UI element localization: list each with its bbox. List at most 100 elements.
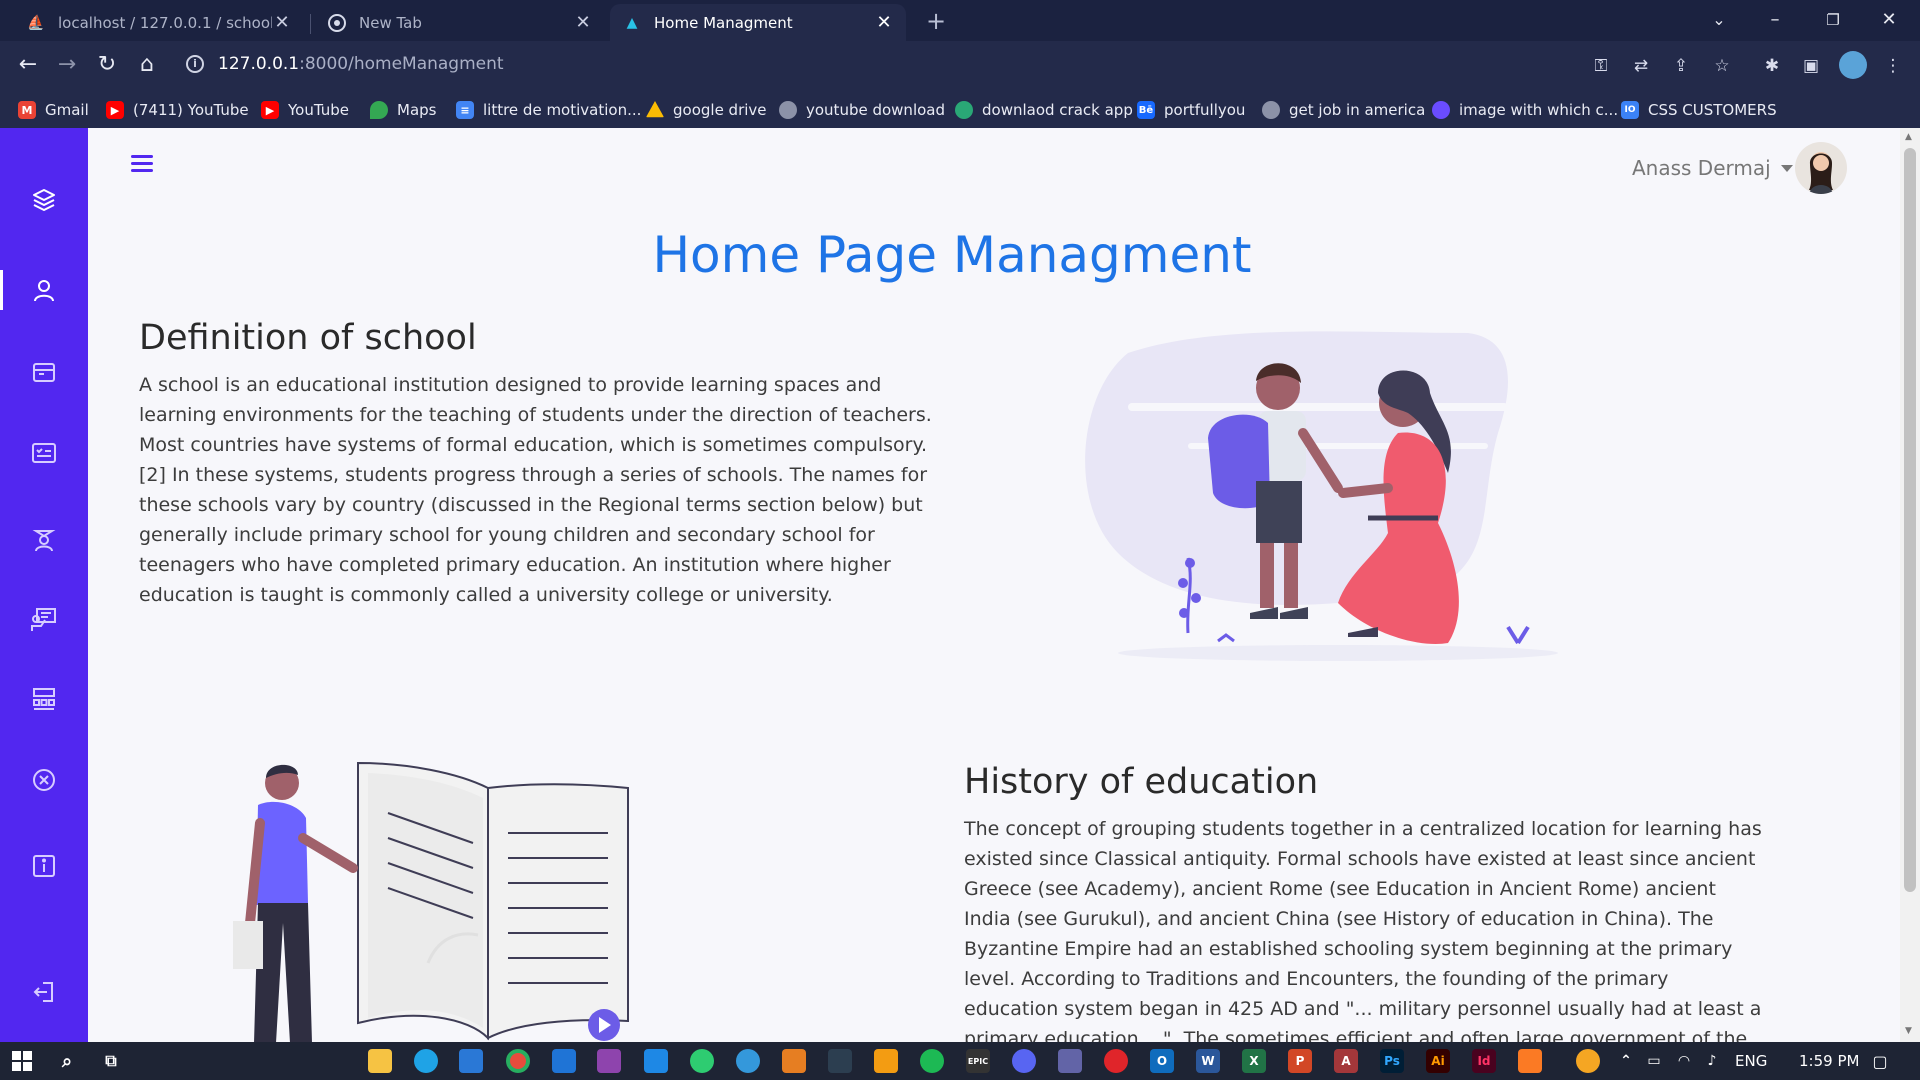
task-view-icon[interactable]: ⧉ bbox=[99, 1049, 123, 1073]
weather-icon[interactable] bbox=[1576, 1049, 1600, 1073]
bookmark-get-job[interactable]: get job in america bbox=[1262, 99, 1425, 121]
access-icon[interactable]: A bbox=[1334, 1049, 1358, 1073]
section-title-definition: Definition of school bbox=[139, 318, 477, 358]
bookmark-star-icon[interactable]: ☆ bbox=[1710, 55, 1734, 77]
globe-icon bbox=[779, 101, 797, 119]
side-panel-icon[interactable]: ▣ bbox=[1799, 55, 1823, 77]
menu-icon[interactable]: ⋮ bbox=[1881, 55, 1905, 77]
tab-home-managment[interactable]: ▲ Home Managment ✕ bbox=[610, 4, 906, 41]
discord-icon[interactable] bbox=[1012, 1049, 1036, 1073]
bookmark-maps[interactable]: Maps bbox=[370, 99, 436, 121]
mail-icon[interactable] bbox=[552, 1049, 576, 1073]
sidebar-item-teacher[interactable] bbox=[0, 591, 88, 647]
store-icon[interactable] bbox=[459, 1049, 483, 1073]
home-button[interactable]: ⌂ bbox=[131, 49, 163, 81]
tray-chevron-up-icon[interactable]: ⌃ bbox=[1614, 1049, 1638, 1073]
close-window-button[interactable]: ✕ bbox=[1866, 6, 1912, 36]
scroll-down-arrow-icon[interactable]: ▼ bbox=[1905, 1026, 1912, 1036]
avatar[interactable] bbox=[1795, 142, 1847, 194]
opera-icon[interactable] bbox=[1104, 1049, 1128, 1073]
page-title: Home Page Managment bbox=[652, 226, 1252, 284]
sidebar-item-classroom[interactable] bbox=[0, 671, 88, 727]
illustrator-icon[interactable]: Ai bbox=[1426, 1049, 1450, 1073]
powerpoint-icon[interactable]: P bbox=[1288, 1049, 1312, 1073]
tab-phpmyadmin[interactable]: ⛵ localhost / 127.0.0.1 / school_ma ✕ bbox=[14, 4, 304, 41]
language-indicator[interactable]: ENG bbox=[1735, 1052, 1767, 1070]
word-icon[interactable]: W bbox=[1196, 1049, 1220, 1073]
bookmark-portfullyou[interactable]: Bē portfullyou bbox=[1137, 99, 1245, 121]
sidebar-item-close[interactable] bbox=[0, 752, 88, 808]
indesign-icon[interactable]: Id bbox=[1472, 1049, 1496, 1073]
sidebar-item-student[interactable] bbox=[0, 512, 88, 568]
chrome-taskbar-icon[interactable] bbox=[506, 1049, 530, 1073]
app-icon[interactable] bbox=[828, 1049, 852, 1073]
sidebar-item-calendar[interactable] bbox=[0, 344, 88, 400]
chrome-icon bbox=[327, 13, 347, 33]
bookmark-gmail[interactable]: M Gmail bbox=[18, 99, 89, 121]
excel-icon[interactable]: X bbox=[1242, 1049, 1266, 1073]
user-dropdown[interactable]: Anass Dermaj bbox=[1632, 156, 1793, 180]
bookmark-image-with[interactable]: image with which c... bbox=[1432, 99, 1618, 121]
reload-button[interactable]: ↻ bbox=[91, 49, 123, 81]
spotify-icon[interactable] bbox=[920, 1049, 944, 1073]
windows-start-icon[interactable] bbox=[10, 1049, 34, 1073]
tab-new-tab[interactable]: New Tab ✕ bbox=[315, 4, 605, 41]
sidebar-item-profile[interactable] bbox=[0, 262, 88, 318]
close-tab-icon[interactable]: ✕ bbox=[272, 12, 292, 33]
search-icon[interactable]: ⌕ bbox=[55, 1049, 79, 1073]
wifi-icon[interactable]: ◠ bbox=[1672, 1049, 1696, 1073]
bookmark-label: CSS CUSTOMERS bbox=[1648, 101, 1777, 119]
xampp-icon[interactable] bbox=[1518, 1049, 1542, 1073]
tab-search-icon[interactable]: ⌄ bbox=[1696, 6, 1742, 36]
bookmark-littre[interactable]: ≡ littre de motivation... bbox=[456, 99, 641, 121]
page-scrollbar[interactable]: ▲ ▼ bbox=[1900, 128, 1920, 1042]
clock[interactable]: 1:59 PM bbox=[1799, 1052, 1859, 1070]
bookmark-google-drive[interactable]: google drive bbox=[646, 99, 767, 121]
close-tab-icon[interactable]: ✕ bbox=[874, 12, 894, 33]
layers-logo-icon[interactable] bbox=[0, 172, 88, 228]
app-icon[interactable] bbox=[736, 1049, 760, 1073]
photoshop-icon[interactable]: Ps bbox=[1380, 1049, 1404, 1073]
sidebar-item-info[interactable] bbox=[0, 838, 88, 894]
bookmark-youtube[interactable]: ▶ YouTube bbox=[261, 99, 349, 121]
bookmark-css-customers[interactable]: IO CSS CUSTOMERS bbox=[1621, 99, 1777, 121]
sidebar-item-checklist[interactable] bbox=[0, 425, 88, 481]
site-info-icon[interactable]: i bbox=[186, 55, 204, 73]
teams-icon[interactable] bbox=[1058, 1049, 1082, 1073]
volume-icon[interactable]: ♪ bbox=[1700, 1049, 1724, 1073]
address-bar[interactable]: i 127.0.0.1:8000/homeManagment bbox=[178, 47, 1768, 83]
profile-avatar-icon[interactable] bbox=[1839, 51, 1867, 79]
epic-games-icon[interactable]: EPIC bbox=[966, 1049, 990, 1073]
outlook-icon[interactable]: O bbox=[1150, 1049, 1174, 1073]
app-icon[interactable] bbox=[874, 1049, 898, 1073]
bookmark-label: google drive bbox=[673, 101, 767, 119]
file-explorer-icon[interactable] bbox=[368, 1049, 392, 1073]
key-icon[interactable]: ⚿ bbox=[1589, 55, 1613, 77]
back-button[interactable]: ← bbox=[12, 49, 44, 81]
extensions-icon[interactable]: ✱ bbox=[1760, 55, 1784, 77]
bookmark-youtube-download[interactable]: youtube download bbox=[779, 99, 945, 121]
visual-studio-icon[interactable] bbox=[597, 1049, 621, 1073]
scroll-up-arrow-icon[interactable]: ▲ bbox=[1905, 132, 1912, 142]
share-icon[interactable]: ⇪ bbox=[1669, 55, 1693, 77]
tab-title: localhost / 127.0.0.1 / school_ma bbox=[58, 13, 272, 32]
bookmark-label: downlaod crack app bbox=[982, 101, 1133, 119]
close-tab-icon[interactable]: ✕ bbox=[573, 12, 593, 33]
notification-icon[interactable]: ▢ bbox=[1868, 1049, 1892, 1073]
minimize-button[interactable]: – bbox=[1752, 6, 1798, 36]
restore-button[interactable]: ❐ bbox=[1810, 6, 1856, 36]
hamburger-menu-icon[interactable] bbox=[131, 155, 153, 173]
bookmark-crack-app[interactable]: downlaod crack app bbox=[955, 99, 1133, 121]
bookmark-label: (7411) YouTube bbox=[133, 101, 249, 119]
app-icon[interactable] bbox=[782, 1049, 806, 1073]
edge-icon[interactable] bbox=[414, 1049, 438, 1073]
bookmark-youtube-7411[interactable]: ▶ (7411) YouTube bbox=[106, 99, 249, 121]
translate-icon[interactable]: ⇄ bbox=[1629, 55, 1653, 77]
sidebar-item-logout[interactable] bbox=[0, 964, 88, 1020]
vscode-icon[interactable] bbox=[644, 1049, 668, 1073]
forward-button[interactable]: → bbox=[51, 49, 83, 81]
scrollbar-thumb[interactable] bbox=[1904, 148, 1916, 892]
battery-icon[interactable]: ▭ bbox=[1642, 1049, 1666, 1073]
new-tab-button[interactable]: + bbox=[922, 8, 950, 36]
app-icon[interactable] bbox=[690, 1049, 714, 1073]
